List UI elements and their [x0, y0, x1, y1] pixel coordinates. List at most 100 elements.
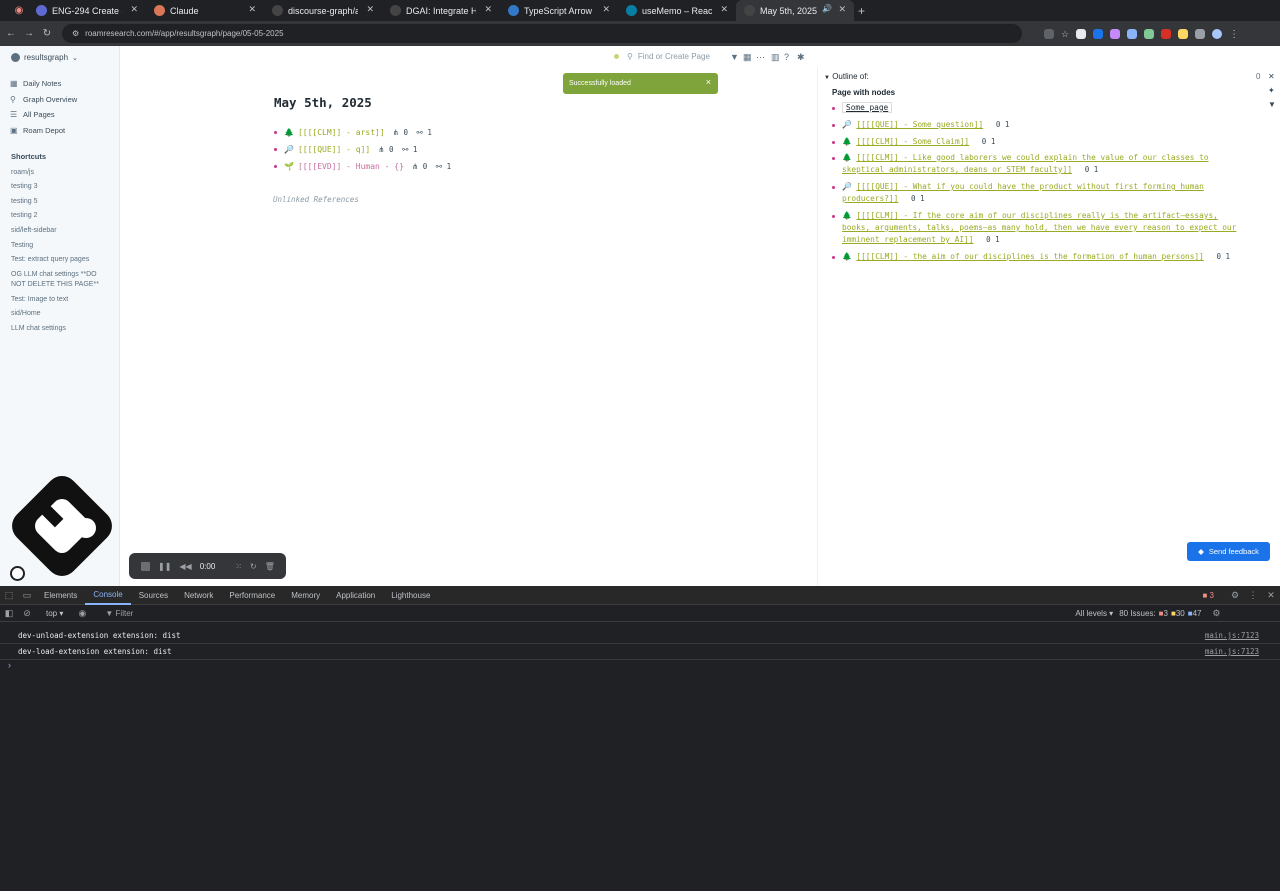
- block-bullet[interactable]: [832, 124, 835, 127]
- shortcut-item[interactable]: testing 3: [11, 182, 111, 192]
- globe-icon[interactable]: [10, 566, 25, 581]
- page-title[interactable]: May 5th, 2025: [274, 95, 372, 110]
- console-settings-icon[interactable]: ⚙: [1207, 608, 1225, 619]
- context-select[interactable]: top ▾: [46, 609, 63, 618]
- block-item[interactable]: 🔎 [[[[QUE]] - q]] ⋔ 0 ⚯ 1: [274, 145, 417, 154]
- tab-elements[interactable]: Elements: [36, 586, 85, 605]
- more-icon[interactable]: ⋮: [1244, 590, 1262, 601]
- node-reference[interactable]: [[[[CLM]] - the aim of our disciplines i…: [856, 252, 1203, 261]
- site-info-icon[interactable]: ⚙: [72, 29, 79, 38]
- inspect-icon[interactable]: ⬚: [0, 590, 18, 601]
- shortcut-item[interactable]: testing 5: [11, 197, 111, 207]
- restart-icon[interactable]: ↻: [250, 562, 257, 571]
- node-reference[interactable]: [[[[QUE]] - What if you could have the p…: [842, 182, 1204, 203]
- sidebar-icon[interactable]: ◧: [0, 608, 18, 619]
- outline-block[interactable]: Some page: [832, 102, 1242, 114]
- unlinked-references-toggle[interactable]: Unlinked References: [273, 195, 359, 204]
- calendar-icon[interactable]: ▦: [743, 52, 752, 63]
- tab-close-icon[interactable]: ✕: [130, 4, 138, 15]
- node-reference[interactable]: [[[[CLM]] - Like good laborers we could …: [842, 153, 1208, 174]
- sidebar-item-roam-depot[interactable]: ▣ Roam Depot: [10, 126, 65, 135]
- block-item[interactable]: 🌱 [[[[EVD]] - Human - {} ⋔ 0 ⚯ 1: [274, 162, 451, 171]
- shortcut-item[interactable]: OG LLM chat settings **DO NOT DELETE THI…: [11, 270, 111, 290]
- outline-block[interactable]: 🌲 [[[[CLM]] - the aim of our disciplines…: [832, 251, 1242, 263]
- block-bullet[interactable]: [274, 165, 277, 168]
- error-badge[interactable]: ■ 3: [1202, 591, 1214, 600]
- issues-button[interactable]: 80 Issues: ■ 3 ■ 30 ■ 47: [1119, 609, 1201, 618]
- more-icon[interactable]: ⋯: [756, 52, 765, 63]
- help-icon[interactable]: ?: [784, 52, 789, 62]
- extension-icon-3[interactable]: [1110, 28, 1121, 39]
- outline-block[interactable]: 🔎 [[[[QUE]] - Some question]] 0 1: [832, 119, 1242, 131]
- node-reference[interactable]: [[[[EVD]] - Human - {}: [298, 162, 404, 171]
- node-reference[interactable]: [[[[CLM]] - Some Claim]]: [856, 137, 969, 146]
- forward-icon[interactable]: →: [20, 28, 38, 39]
- tab-sources[interactable]: Sources: [131, 586, 176, 605]
- shortcut-item[interactable]: sid/Home: [11, 309, 111, 319]
- browser-tab[interactable]: discourse-graph/app ✕: [264, 0, 382, 21]
- close-icon[interactable]: ✕: [1262, 590, 1280, 601]
- tab-close-icon[interactable]: ✕: [720, 4, 728, 15]
- sidebar-item-graph-overview[interactable]: ⚲ Graph Overview: [10, 95, 77, 104]
- tab-performance[interactable]: Performance: [221, 586, 283, 605]
- extension-icon-2[interactable]: [1093, 28, 1104, 39]
- tab-close-icon[interactable]: ✕: [602, 4, 610, 15]
- node-reference[interactable]: [[[[CLM]] - arst]]: [298, 128, 385, 137]
- pause-icon[interactable]: ❚❚: [158, 562, 171, 571]
- bookmark-star-icon[interactable]: ☆: [1061, 29, 1069, 39]
- outline-block[interactable]: 🌲 [[[[CLM]] - If the core aim of our dis…: [832, 210, 1242, 246]
- tab-memory[interactable]: Memory: [283, 586, 328, 605]
- sidebar-toggle-icon[interactable]: ▥: [771, 52, 780, 63]
- source-link[interactable]: main.js:7123: [1205, 647, 1259, 656]
- browser-tab[interactable]: ENG-294 Create supa ✕: [28, 0, 146, 21]
- block-bullet[interactable]: [832, 186, 835, 189]
- close-icon[interactable]: ✕: [1268, 72, 1275, 81]
- log-levels-select[interactable]: All levels ▾: [1075, 609, 1113, 618]
- tab-network[interactable]: Network: [176, 586, 221, 605]
- trash-icon[interactable]: 🗑: [265, 562, 275, 571]
- extensions-puzzle-icon[interactable]: [1195, 28, 1206, 39]
- tab-application[interactable]: Application: [328, 586, 383, 605]
- eye-icon[interactable]: ◉: [73, 608, 91, 619]
- extension-icon-7[interactable]: [1178, 28, 1189, 39]
- browser-tab[interactable]: DGAI: Integrate HyDe ✕: [382, 0, 500, 21]
- reload-icon[interactable]: ↻: [38, 28, 56, 39]
- tab-lighthouse[interactable]: Lighthouse: [383, 586, 438, 605]
- outline-header[interactable]: ▼ Outline of:: [824, 72, 869, 81]
- tab-close-icon[interactable]: ✕: [484, 4, 492, 15]
- chrome-kebab-icon[interactable]: ⋮: [1229, 29, 1239, 40]
- clear-console-icon[interactable]: ⊘: [18, 608, 36, 619]
- tab-console[interactable]: Console: [85, 586, 131, 605]
- console-prompt[interactable]: ›: [0, 660, 1280, 674]
- tab-close-icon[interactable]: ✕: [838, 4, 846, 15]
- shortcut-item[interactable]: LLM chat settings: [11, 324, 111, 334]
- shortcut-item[interactable]: testing 2: [11, 211, 111, 221]
- tab-close-icon[interactable]: ✕: [366, 4, 374, 15]
- node-reference[interactable]: [[[[QUE]] - Some question]]: [856, 120, 983, 129]
- shortcut-item[interactable]: sid/left-sidebar: [11, 226, 111, 236]
- grid-icon[interactable]: ⁙: [235, 562, 242, 571]
- block-bullet[interactable]: [832, 107, 835, 110]
- stop-icon[interactable]: [141, 561, 150, 571]
- extension-icon-5[interactable]: [1144, 28, 1155, 39]
- back-icon[interactable]: ←: [2, 28, 20, 39]
- extension-icon-1[interactable]: [1076, 28, 1087, 39]
- graph-switcher[interactable]: resultsgraph ⌄: [11, 53, 78, 62]
- profile-avatar[interactable]: [1212, 28, 1223, 39]
- browser-tab[interactable]: useMemo – React ✕: [618, 0, 736, 21]
- browser-tab[interactable]: Claude ✕: [146, 0, 264, 21]
- outline-block[interactable]: 🔎 [[[[QUE]] - What if you could have the…: [832, 181, 1242, 205]
- block-bullet[interactable]: [274, 148, 277, 151]
- shortcut-item[interactable]: Test: Image to text: [11, 295, 111, 305]
- tab-audio-icon[interactable]: 🔊: [822, 4, 832, 13]
- sidebar-item-all-pages[interactable]: ☰ All Pages: [10, 110, 55, 119]
- browser-tab[interactable]: May 5th, 2025 ✕ 🔊: [736, 0, 854, 21]
- shortcut-item[interactable]: Testing: [11, 241, 111, 251]
- settings-icon[interactable]: ⚙: [1226, 590, 1244, 601]
- send-feedback-button[interactable]: ◆ Send feedback: [1187, 542, 1270, 561]
- shortcut-item[interactable]: roam/js: [11, 168, 111, 178]
- block-bullet[interactable]: [832, 141, 835, 144]
- extension-icon-4[interactable]: [1127, 28, 1138, 39]
- outline-page-title[interactable]: Page with nodes: [832, 88, 895, 97]
- close-icon[interactable]: ×: [706, 77, 711, 87]
